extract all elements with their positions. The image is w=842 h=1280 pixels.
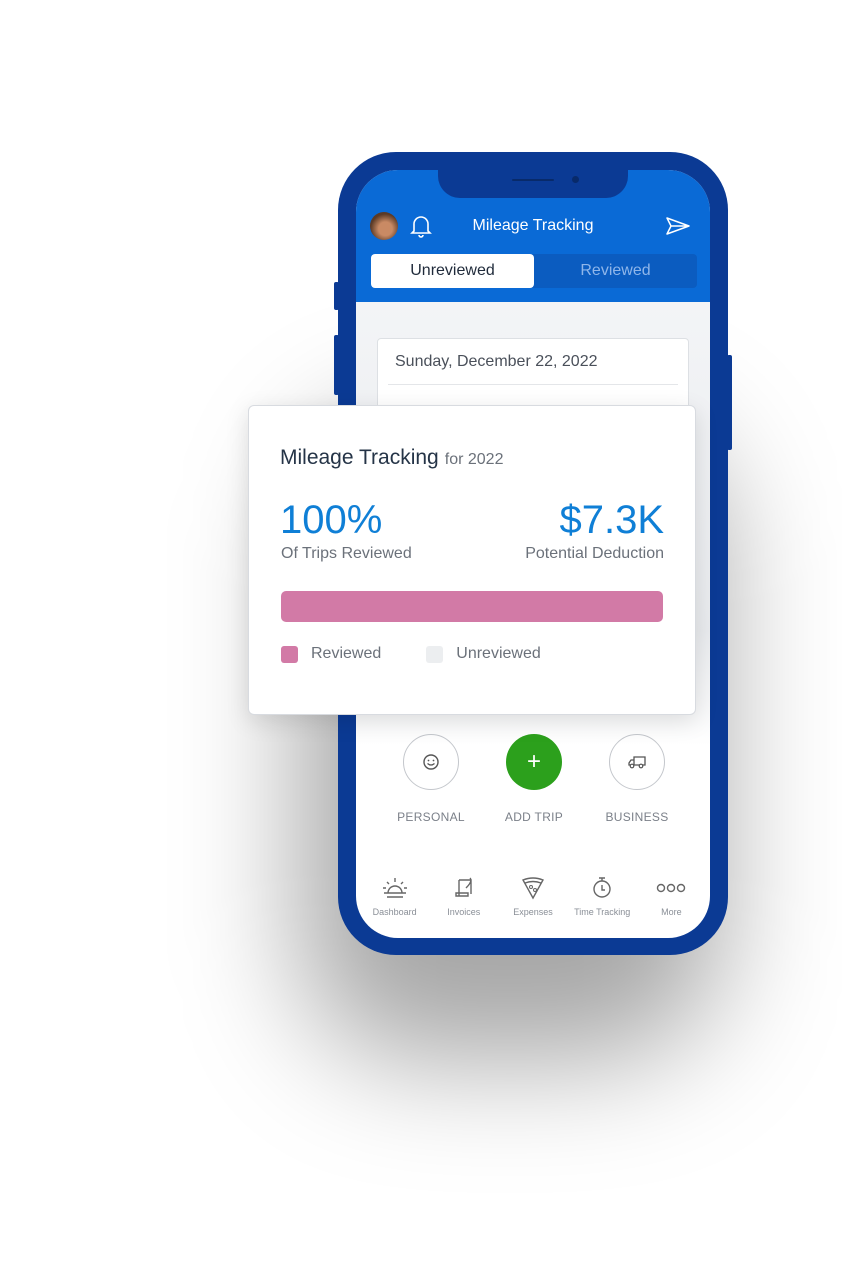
deduction-label: Potential Deduction [525,545,664,562]
summary-title-text: Mileage Tracking [280,446,439,469]
tabbar-item-more[interactable]: More [637,876,706,917]
review-tabs: Unreviewed Reviewed [371,254,697,288]
reviewed-percent-label: Of Trips Reviewed [281,545,412,562]
bottom-tab-bar: Dashboard Invoices Expenses Time Trackin… [356,876,710,917]
personal-label: PERSONAL [397,810,465,824]
stopwatch-icon [593,877,611,898]
add-trip-label: ADD TRIP [504,810,564,824]
plus-icon: + [526,748,541,775]
page-title: Mileage Tracking [472,217,594,234]
business-button[interactable]: BUSINESS [587,734,687,824]
tabbar-label: More [661,907,682,917]
scroll-quill-icon [455,877,472,897]
tabbar-label: Dashboard [372,907,417,917]
more-dots-icon [657,883,686,893]
trip-date: Sunday, December 22, 2022 [395,353,598,370]
tabbar-item-dashboard[interactable]: Dashboard [360,876,429,917]
summary-title: Mileage Tracking for 2022 [280,446,503,470]
business-label: BUSINESS [605,810,669,824]
legend-swatch-reviewed [281,645,298,663]
app-header: Mileage Tracking Unreviewed Reviewed [356,170,710,302]
tabbar-label: Expenses [513,907,553,917]
speaker [512,179,554,181]
notch [438,170,628,198]
personal-button[interactable]: PERSONAL [381,734,481,824]
send-icon[interactable] [666,216,690,236]
truck-icon [628,756,646,769]
legend-label-unreviewed: Unreviewed [456,645,541,662]
pizza-slice-icon [522,877,544,900]
reviewed-percent: 100% [280,498,383,542]
summary-period: for 2022 [444,451,504,468]
divider [388,384,678,385]
tabbar-item-expenses[interactable]: Expenses [498,876,567,917]
tab-unreviewed[interactable]: Unreviewed [371,254,534,288]
legend-label-reviewed: Reviewed [311,645,382,662]
legend: Reviewed Unreviewed [281,645,541,663]
tabbar-label: Invoices [447,907,481,917]
mileage-summary-card: Mileage Tracking for 2022 100% Of Trips R… [248,405,696,715]
review-progress-bar [281,591,663,622]
sunrise-icon [382,878,407,898]
tabbar-item-time-tracking[interactable]: Time Tracking [568,876,637,917]
tabbar-label: Time Tracking [574,907,631,917]
review-progress-fill [281,591,663,622]
tab-reviewed[interactable]: Reviewed [534,254,697,288]
add-trip-button[interactable]: + ADD TRIP [484,734,584,824]
smiley-icon [423,754,439,770]
legend-swatch-unreviewed [426,645,444,663]
camera [572,176,579,183]
tabbar-item-invoices[interactable]: Invoices [429,876,498,917]
deduction-value: $7.3K [559,498,664,542]
